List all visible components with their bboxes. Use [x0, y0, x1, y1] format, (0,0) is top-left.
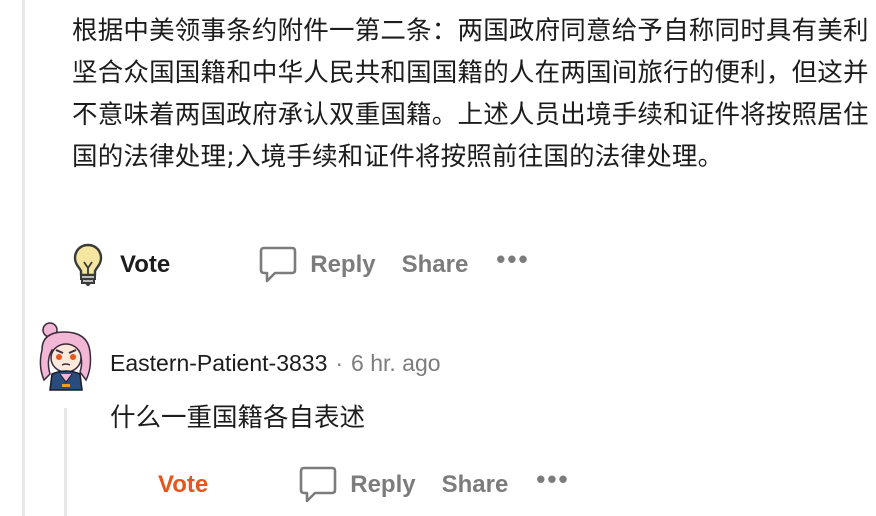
vote-button[interactable]: Vote	[158, 471, 208, 499]
reply-label: Reply	[310, 251, 376, 278]
timestamp[interactable]: 6 hr. ago	[351, 350, 441, 377]
reply-label: Reply	[350, 471, 416, 498]
more-options-button[interactable]: •••	[496, 246, 529, 272]
vote-label: Vote	[120, 251, 171, 278]
child-comment-body: 什么一重国籍各自表述	[110, 403, 366, 433]
reply-button[interactable]: Reply	[298, 465, 416, 505]
username-link[interactable]: Eastern-Patient-3833	[110, 350, 327, 377]
lightbulb-icon	[72, 242, 104, 288]
share-button[interactable]: Share	[442, 471, 509, 499]
parent-action-bar: Vote Reply Share •••	[72, 242, 530, 288]
meta-separator: ·	[335, 350, 344, 376]
vote-button[interactable]: Vote	[72, 242, 170, 288]
share-button[interactable]: Share	[402, 251, 469, 279]
more-options-button[interactable]: •••	[536, 466, 569, 492]
reply-button[interactable]: Reply	[258, 245, 376, 285]
parent-comment-body: 根据中美领事条约附件一第二条：两国政府同意给予自称同时具有美利坚合众国国籍和中华…	[72, 16, 869, 172]
thread-line-nested[interactable]	[64, 408, 67, 516]
speech-bubble-icon	[298, 465, 338, 505]
child-action-bar: Vote Reply Share •••	[158, 462, 570, 508]
comment-meta: Eastern-Patient-3833 · 6 hr. ago	[110, 350, 441, 377]
avatar-icon[interactable]	[36, 320, 96, 392]
thread-line[interactable]	[22, 0, 25, 516]
speech-bubble-icon	[258, 245, 298, 285]
